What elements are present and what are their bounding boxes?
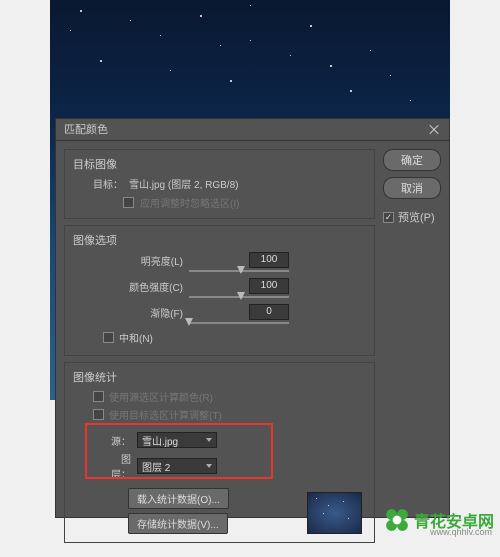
- preview-label: 预览(P): [398, 209, 435, 225]
- neutralize-checkbox[interactable]: [103, 332, 114, 343]
- luminance-slider[interactable]: [189, 270, 289, 272]
- target-group: 目标图像 目标： 雪山.jpg (图层 2, RGB/8) 应用调整时忽略选区(…: [64, 149, 375, 219]
- luminance-thumb[interactable]: [237, 266, 245, 274]
- fade-label: 渐隐(F): [103, 305, 183, 320]
- dialog-title-text: 匹配颜色: [64, 119, 108, 141]
- ignore-selection-label: 应用调整时忽略选区(I): [140, 195, 239, 210]
- fade-value[interactable]: 0: [249, 304, 289, 320]
- ignore-selection-checkbox: [123, 197, 134, 208]
- layer-value: 图层 2: [142, 459, 170, 474]
- watermark-logo-icon: [384, 507, 410, 533]
- stats-group-title: 图像统计: [73, 369, 366, 385]
- load-stats-button[interactable]: 载入统计数据(O)...: [128, 488, 229, 509]
- layer-label: 图层：: [103, 451, 131, 481]
- options-group: 图像选项 明亮度(L) 100 颜色强度(C) 100 渐隐(F) 0: [64, 225, 375, 356]
- save-stats-button[interactable]: 存储统计数据(V)...: [128, 513, 228, 534]
- source-thumbnail: [307, 492, 362, 534]
- source-label: 源：: [103, 433, 131, 448]
- ok-button[interactable]: 确定: [383, 149, 441, 171]
- source-value: 雪山.jpg: [142, 433, 178, 448]
- neutralize-label: 中和(N): [119, 330, 153, 345]
- chevron-down-icon: [206, 464, 212, 468]
- target-label: 目标：: [93, 176, 123, 191]
- dialog-titlebar: 匹配颜色: [56, 119, 449, 141]
- intensity-slider[interactable]: [189, 296, 289, 298]
- luminance-value[interactable]: 100: [249, 252, 289, 268]
- use-target-label: 使用目标选区计算调整(T): [109, 407, 222, 422]
- stats-group: 图像统计 使用源选区计算颜色(R) 使用目标选区计算调整(T) 源： 雪山.jp…: [64, 362, 375, 543]
- fade-thumb[interactable]: [185, 318, 193, 326]
- target-group-title: 目标图像: [73, 156, 366, 172]
- intensity-value[interactable]: 100: [249, 278, 289, 294]
- options-group-title: 图像选项: [73, 232, 366, 248]
- preview-checkbox[interactable]: [383, 212, 394, 223]
- fade-slider[interactable]: [189, 322, 289, 324]
- cancel-button[interactable]: 取消: [383, 177, 441, 199]
- chevron-down-icon: [206, 438, 212, 442]
- layer-dropdown[interactable]: 图层 2: [137, 458, 217, 474]
- luminance-label: 明亮度(L): [103, 253, 183, 268]
- source-dropdown[interactable]: 雪山.jpg: [137, 432, 217, 448]
- match-color-dialog: 匹配颜色 目标图像 目标： 雪山.jpg (图层 2, RGB/8) 应用调整时…: [55, 118, 450, 518]
- use-target-checkbox: [93, 409, 104, 420]
- watermark-url: www.qhhlv.com: [430, 527, 492, 537]
- use-source-checkbox: [93, 391, 104, 402]
- target-value: 雪山.jpg (图层 2, RGB/8): [129, 176, 238, 191]
- intensity-label: 颜色强度(C): [103, 279, 183, 294]
- intensity-thumb[interactable]: [237, 292, 245, 300]
- use-source-label: 使用源选区计算颜色(R): [109, 389, 213, 404]
- close-icon[interactable]: [427, 123, 441, 137]
